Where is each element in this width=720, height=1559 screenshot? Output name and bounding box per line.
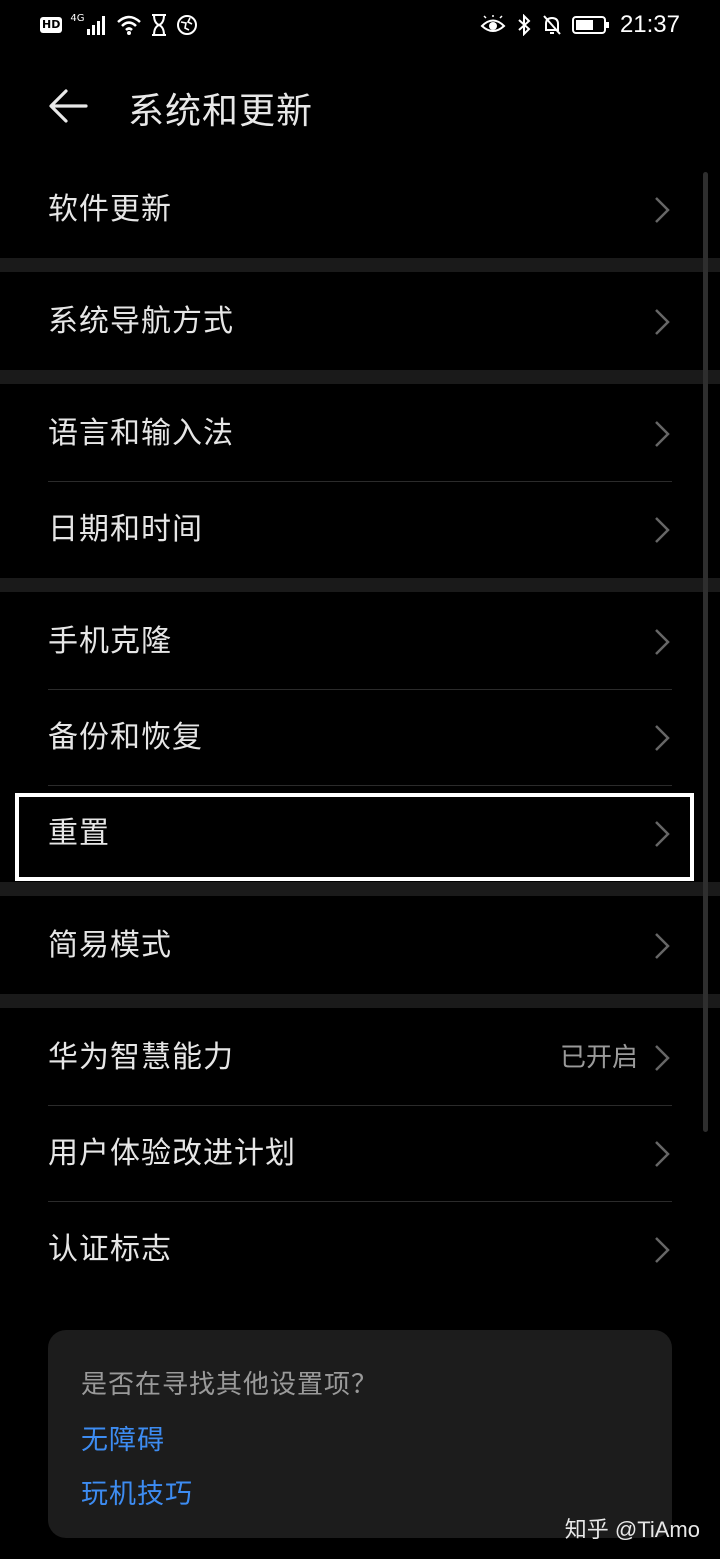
settings-group-5: 简易模式 [0,898,720,994]
settings-item-label: 语言和输入法 [48,416,234,451]
settings-group-4: 手机克隆 备份和恢复 重置 [0,594,720,882]
tips-link[interactable]: 玩机技巧 [81,1472,193,1511]
page-title: 系统和更新 [128,91,314,132]
chevron-right-icon [655,517,670,543]
card-title: 是否在寻找其他设置项？ [81,1370,379,1400]
accessibility-link[interactable]: 无障碍 [81,1418,165,1457]
chevron-right-icon [655,629,670,655]
chevron-right-icon [655,197,670,223]
settings-item-certification[interactable]: 认证标志 [0,1202,720,1298]
settings-item-label: 用户体验改进计划 [48,1136,296,1171]
chevron-right-icon [655,309,670,335]
settings-item-phone-clone[interactable]: 手机克隆 [0,594,720,690]
signal-icon [87,16,106,35]
chevron-right-icon [655,933,670,959]
section-divider [0,578,720,592]
status-right: 21:37 [480,10,680,40]
settings-item-label: 手机克隆 [48,624,172,659]
chevron-right-icon [655,421,670,447]
chevron-right-icon [655,725,670,751]
scrollbar[interactable] [703,172,708,1132]
bluetooth-icon [518,14,531,36]
settings-item-software-update[interactable]: 软件更新 [0,162,720,258]
settings-item-label: 简易模式 [48,928,172,963]
settings-item-status: 已开启 [559,1043,638,1073]
settings-item-date-time[interactable]: 日期和时间 [0,482,720,578]
settings-item-huawei-ai[interactable]: 华为智慧能力 已开启 [0,1010,720,1106]
settings-item-reset[interactable]: 重置 [0,786,720,882]
settings-item-label: 华为智慧能力 [48,1040,234,1075]
battery-icon [571,16,609,34]
suggestion-card: 是否在寻找其他设置项？ 无障碍 玩机技巧 [48,1330,672,1538]
settings-item-label: 系统导航方式 [48,304,234,339]
section-divider [0,370,720,384]
vpn-globe-icon [177,15,198,35]
settings-item-label: 重置 [48,816,110,851]
settings-item-system-navigation[interactable]: 系统导航方式 [0,274,720,370]
chevron-right-icon [655,821,670,847]
settings-item-label: 认证标志 [48,1232,172,1267]
hourglass-icon [152,14,167,36]
section-divider [0,882,720,896]
header: 系统和更新 [0,60,720,156]
settings-group-2: 系统导航方式 [0,274,720,370]
settings-item-label: 备份和恢复 [48,720,203,755]
settings-item-language-input[interactable]: 语言和输入法 [0,386,720,482]
status-bar: HD 4G 21:37 [0,0,720,50]
section-divider [0,994,720,1008]
section-divider [0,258,720,272]
back-arrow-icon [49,89,88,123]
clock: 21:37 [619,11,680,38]
chevron-right-icon [655,1237,670,1263]
settings-item-label: 日期和时间 [48,512,203,547]
watermark: 知乎 @TiAmo [564,1517,700,1542]
chevron-right-icon [655,1141,670,1167]
settings-group-6: 华为智慧能力 已开启 用户体验改进计划 认证标志 [0,1010,720,1298]
status-left: HD 4G [40,10,198,40]
settings-item-user-experience[interactable]: 用户体验改进计划 [0,1106,720,1202]
chevron-right-icon [655,1045,670,1071]
eye-comfort-icon [480,15,506,32]
mute-notification-icon [543,15,561,35]
back-button[interactable] [46,84,96,134]
settings-item-backup-restore[interactable]: 备份和恢复 [0,690,720,786]
settings-item-label: 软件更新 [48,192,172,227]
wifi-icon [117,15,142,35]
network-type: 4G [70,12,85,24]
settings-group-1: 软件更新 [0,162,720,258]
hd-icon: HD [40,17,63,33]
settings-group-3: 语言和输入法 日期和时间 [0,386,720,578]
settings-item-simple-mode[interactable]: 简易模式 [0,898,720,994]
